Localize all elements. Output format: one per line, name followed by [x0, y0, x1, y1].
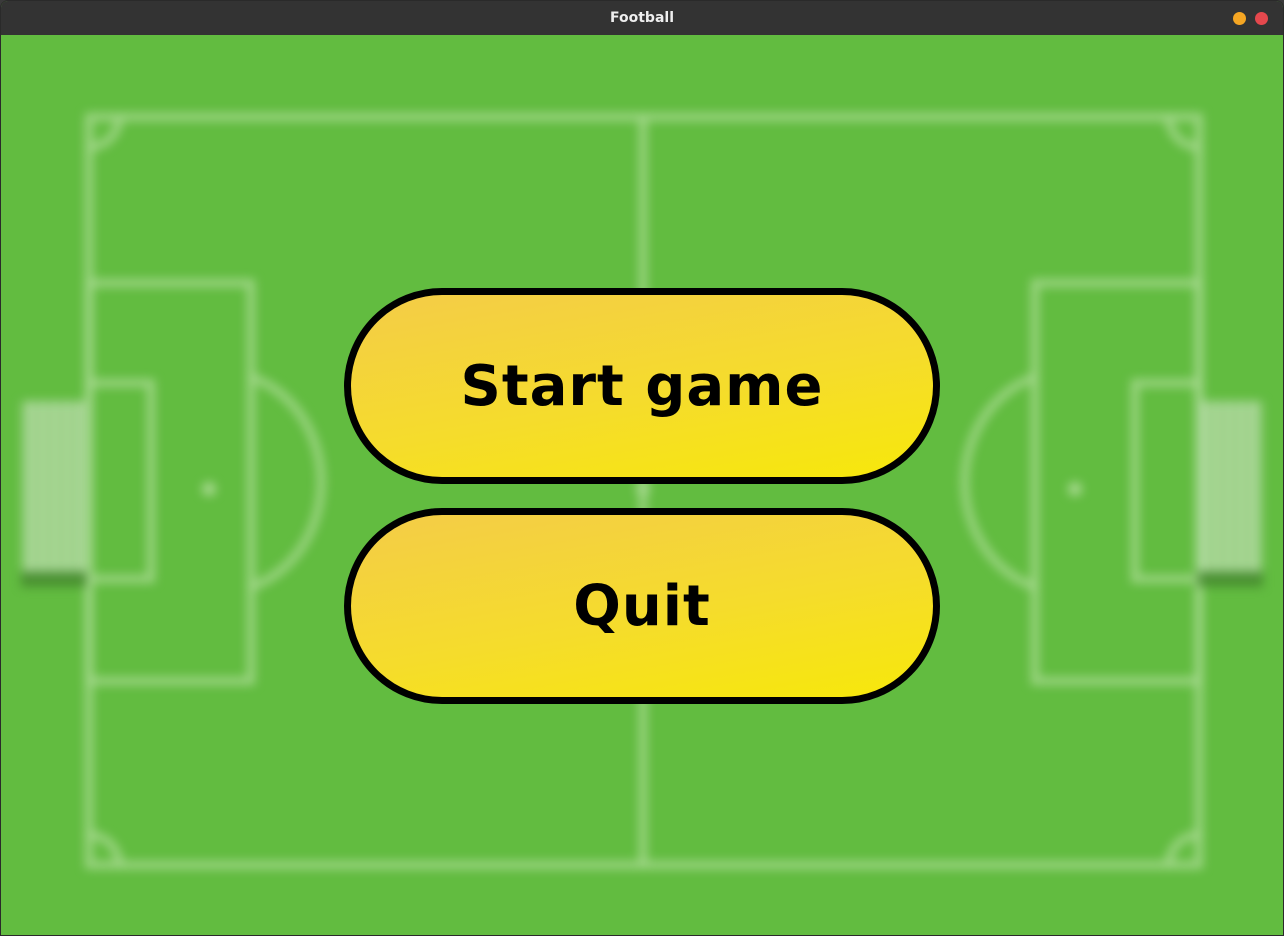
left-goal-box — [85, 379, 155, 583]
right-goal-box — [1131, 379, 1203, 583]
center-spot — [636, 482, 650, 496]
window-title: Football — [610, 10, 674, 26]
right-penalty-box — [1031, 279, 1203, 685]
quit-label: Quit — [573, 573, 711, 639]
left-penalty-box — [85, 279, 255, 685]
right-penalty-spot — [1068, 482, 1082, 496]
corner-arc-bottom-left — [88, 831, 123, 866]
right-goal-net — [1197, 401, 1263, 587]
start-game-label: Start game — [460, 353, 824, 419]
corner-arc-bottom-right — [1165, 831, 1200, 866]
left-goal-net — [21, 401, 87, 587]
football-pitch-background — [21, 113, 1263, 869]
left-penalty-spot — [202, 482, 216, 496]
quit-button[interactable]: Quit — [344, 508, 940, 704]
minimize-button[interactable] — [1233, 12, 1246, 25]
game-canvas: Start game Quit — [1, 35, 1283, 935]
close-button[interactable] — [1255, 12, 1268, 25]
title-bar[interactable]: Football — [1, 1, 1283, 35]
game-window: Football Start game Quit — [0, 0, 1284, 936]
left-penalty-arc — [249, 373, 326, 591]
right-penalty-arc — [960, 373, 1037, 591]
start-game-button[interactable]: Start game — [344, 288, 940, 484]
corner-arc-top-left — [88, 116, 123, 151]
corner-arc-top-right — [1165, 116, 1200, 151]
